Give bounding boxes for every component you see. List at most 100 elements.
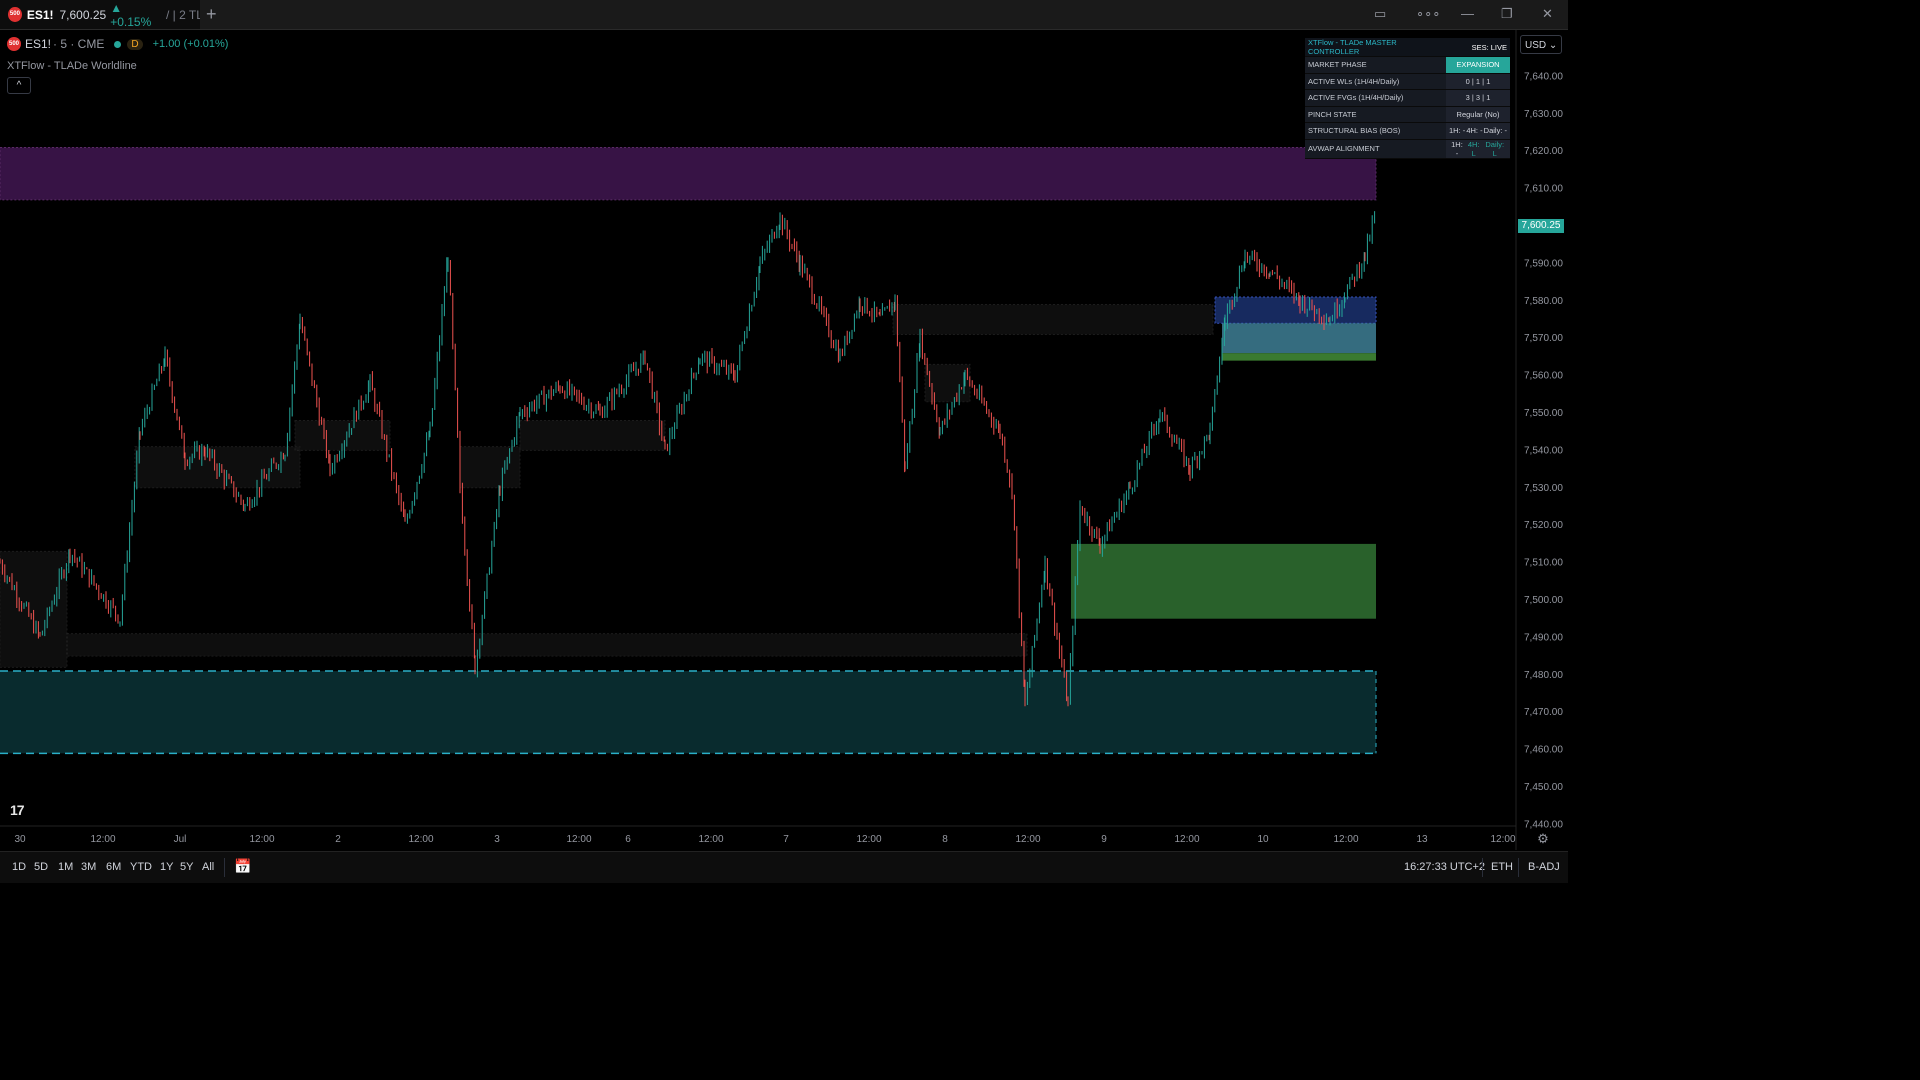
price-tick-label: 7,560.00 bbox=[1524, 371, 1563, 382]
structural-bias-value: 1H: - 4H: - Daily: - bbox=[1446, 122, 1510, 140]
time-tick-label: 12:00 bbox=[698, 834, 723, 845]
adjustment-toggle[interactable]: B-ADJ bbox=[1528, 861, 1560, 873]
time-tick-label: 12:00 bbox=[1015, 834, 1040, 845]
master-controller-table: XTFlow - TLADe MASTER CONTROLLER SES: LI… bbox=[1305, 38, 1510, 159]
bottom-toolbar: 1D 5D 1M 3M 6M YTD 1Y 5Y All 📅 16:27:33 UTC+2 ET… bbox=[0, 851, 1568, 883]
price-tick-label: 7,580.00 bbox=[1524, 296, 1563, 307]
tab-price: 7,600.25 bbox=[59, 7, 107, 22]
price-tick-label: 7,550.00 bbox=[1524, 408, 1563, 419]
supply-zone-purple bbox=[0, 146, 1377, 201]
tab-extra: / | 2 TL bbox=[166, 7, 201, 22]
consolidation-box bbox=[892, 304, 1214, 335]
consolidation-box bbox=[0, 550, 68, 668]
price-tick-label: 7,500.00 bbox=[1524, 595, 1563, 606]
session-status: SES: LIVE bbox=[1446, 38, 1510, 57]
row-label: AVWAP ALIGNMENT bbox=[1305, 139, 1446, 159]
row-label: ACTIVE FVGs (1H/4H/Daily) bbox=[1305, 89, 1446, 107]
delayed-badge: D bbox=[127, 38, 143, 50]
restore-icon[interactable]: ❐ bbox=[1501, 6, 1513, 22]
fvg-zone-green bbox=[1071, 543, 1376, 619]
range-button-3m[interactable]: 3M bbox=[81, 861, 96, 873]
price-tick-label: 7,640.00 bbox=[1524, 71, 1563, 82]
row-label: PINCH STATE bbox=[1305, 106, 1446, 123]
price-tick-label: 7,460.00 bbox=[1524, 745, 1563, 756]
close-icon[interactable]: ✕ bbox=[1542, 6, 1553, 22]
symbol-logo-icon: 500 bbox=[8, 7, 22, 22]
indicator-name[interactable]: XTFlow - TLADe Worldline bbox=[7, 60, 228, 72]
bias-4h: 4H: - bbox=[1466, 126, 1483, 136]
range-button-ytd[interactable]: YTD bbox=[130, 861, 152, 873]
goto-date-calendar-icon[interactable]: 📅 bbox=[234, 858, 251, 875]
avwap-alignment-value: 1H: - 4H: L Daily: L bbox=[1446, 139, 1510, 159]
time-tick-label: 30 bbox=[14, 834, 26, 845]
time-tick-label: 12:00 bbox=[90, 834, 115, 845]
avwap-daily: Daily: L bbox=[1485, 139, 1505, 158]
row-label: ACTIVE WLs (1H/4H/Daily) bbox=[1305, 73, 1446, 90]
price-tick-label: 7,620.00 bbox=[1524, 146, 1563, 157]
range-button-5d[interactable]: 5D bbox=[34, 861, 48, 873]
more-options-icon[interactable]: ∘∘∘ bbox=[1416, 6, 1440, 22]
price-tick-label: 7,630.00 bbox=[1524, 109, 1563, 120]
time-tick-label: 10 bbox=[1257, 834, 1269, 845]
price-tick-label: 7,540.00 bbox=[1524, 445, 1563, 456]
price-tick-label: 7,440.00 bbox=[1524, 819, 1563, 830]
tab-change: ▲ +0.15% bbox=[110, 0, 152, 29]
range-button-1m[interactable]: 1M bbox=[58, 861, 73, 873]
range-button-1y[interactable]: 1Y bbox=[160, 861, 173, 873]
clock-display[interactable]: 16:27:33 UTC+2 bbox=[1404, 861, 1485, 873]
market-phase-value: EXPANSION bbox=[1446, 56, 1510, 74]
price-tick-label: 7,530.00 bbox=[1524, 483, 1563, 494]
bias-1h: 1H: - bbox=[1449, 126, 1466, 136]
time-tick-label: 12:00 bbox=[566, 834, 591, 845]
consolidation-box bbox=[66, 633, 1028, 657]
time-axis: 30 12:00 Jul 12:00 2 12:00 3 12:00 6 12:00 7 12:00 8… bbox=[0, 825, 1549, 846]
table-title: XTFlow - TLADe MASTER CONTROLLER bbox=[1305, 38, 1446, 57]
time-tick-label: 12:00 bbox=[1490, 834, 1515, 845]
time-tick-label: 12:00 bbox=[1333, 834, 1358, 845]
price-tick-label: 7,610.00 bbox=[1524, 184, 1563, 195]
tradingview-logo-icon[interactable]: 17 bbox=[10, 802, 25, 818]
avwap-4h: 4H: L bbox=[1467, 139, 1480, 158]
demand-zone-teal bbox=[0, 671, 1376, 754]
time-tick-label: Jul bbox=[174, 834, 187, 845]
row-label: STRUCTURAL BIAS (BOS) bbox=[1305, 122, 1446, 140]
chart-tab[interactable]: 500 ES1! 7,600.25 ▲ +0.15% / | 2 TL bbox=[0, 0, 200, 29]
legend-details: · 5 · CME bbox=[53, 37, 105, 51]
fvg-zone-olive bbox=[1222, 353, 1376, 361]
tab-symbol: ES1! bbox=[26, 7, 54, 22]
price-tick-label: 7,470.00 bbox=[1524, 707, 1563, 718]
price-tick-label: 7,590.00 bbox=[1524, 258, 1563, 269]
time-tick-label: 9 bbox=[1101, 834, 1107, 845]
currency-selector[interactable]: USD ⌄ bbox=[1520, 35, 1562, 54]
legend-logo-icon: 500 bbox=[7, 37, 21, 51]
range-button-1d[interactable]: 1D bbox=[12, 861, 26, 873]
fvg-zone-lightblue bbox=[1222, 323, 1376, 354]
bias-daily: Daily: - bbox=[1483, 126, 1507, 136]
price-tick-label: 7,570.00 bbox=[1524, 333, 1563, 344]
time-tick-label: 12:00 bbox=[1174, 834, 1199, 845]
price-tick-label: 7,450.00 bbox=[1524, 782, 1563, 793]
new-tab-plus-icon[interactable]: + bbox=[206, 4, 217, 25]
row-label: MARKET PHASE bbox=[1305, 56, 1446, 74]
window-titlebar: 500 ES1! 7,600.25 ▲ +0.15% / | 2 TL + ▭ … bbox=[0, 0, 1568, 30]
chart-legend: 500 ES1! · 5 · CME D +1.00 (+0.01%) XTFl… bbox=[7, 37, 228, 72]
fvg-zone-blue bbox=[1214, 296, 1377, 324]
currency-label: USD bbox=[1525, 40, 1547, 51]
range-button-all[interactable]: All bbox=[202, 861, 214, 873]
time-tick-label: 13 bbox=[1416, 834, 1428, 845]
last-price-label: 7,600.25 bbox=[1518, 219, 1564, 233]
minimize-icon[interactable]: — bbox=[1461, 6, 1474, 21]
range-button-5y[interactable]: 5Y bbox=[180, 861, 193, 873]
price-tick-label: 7,480.00 bbox=[1524, 670, 1563, 681]
price-tick-label: 7,520.00 bbox=[1524, 520, 1563, 531]
avwap-1h: 1H: - bbox=[1451, 139, 1463, 158]
active-fvgs-value: 3 | 3 | 1 bbox=[1446, 89, 1510, 107]
price-tick-label: 7,510.00 bbox=[1524, 558, 1563, 569]
legend-symbol[interactable]: ES1! bbox=[25, 37, 51, 51]
active-wls-value: 0 | 1 | 1 bbox=[1446, 73, 1510, 90]
range-button-6m[interactable]: 6M bbox=[106, 861, 121, 873]
collapse-legend-chevron-up-icon[interactable]: ^ bbox=[7, 77, 31, 94]
consolidation-box bbox=[459, 446, 521, 489]
session-toggle[interactable]: ETH bbox=[1491, 861, 1513, 873]
layout-icon[interactable]: ▭ bbox=[1374, 6, 1386, 22]
